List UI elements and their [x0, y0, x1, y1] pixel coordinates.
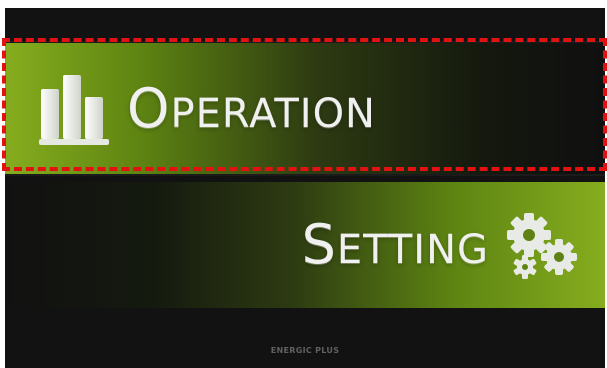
bar-chart-icon: [39, 71, 113, 147]
brand-footer: ENERGIC PLUS: [270, 346, 340, 355]
operation-button[interactable]: OPERATION: [5, 41, 605, 176]
operation-label: OPERATION: [127, 76, 376, 140]
setting-button[interactable]: SETTING: [5, 182, 605, 308]
setting-label: SETTING: [301, 213, 489, 276]
menu-screen: OPERATION SETTING ENERGIC PLUS: [5, 8, 605, 368]
gears-icon: [501, 205, 581, 285]
